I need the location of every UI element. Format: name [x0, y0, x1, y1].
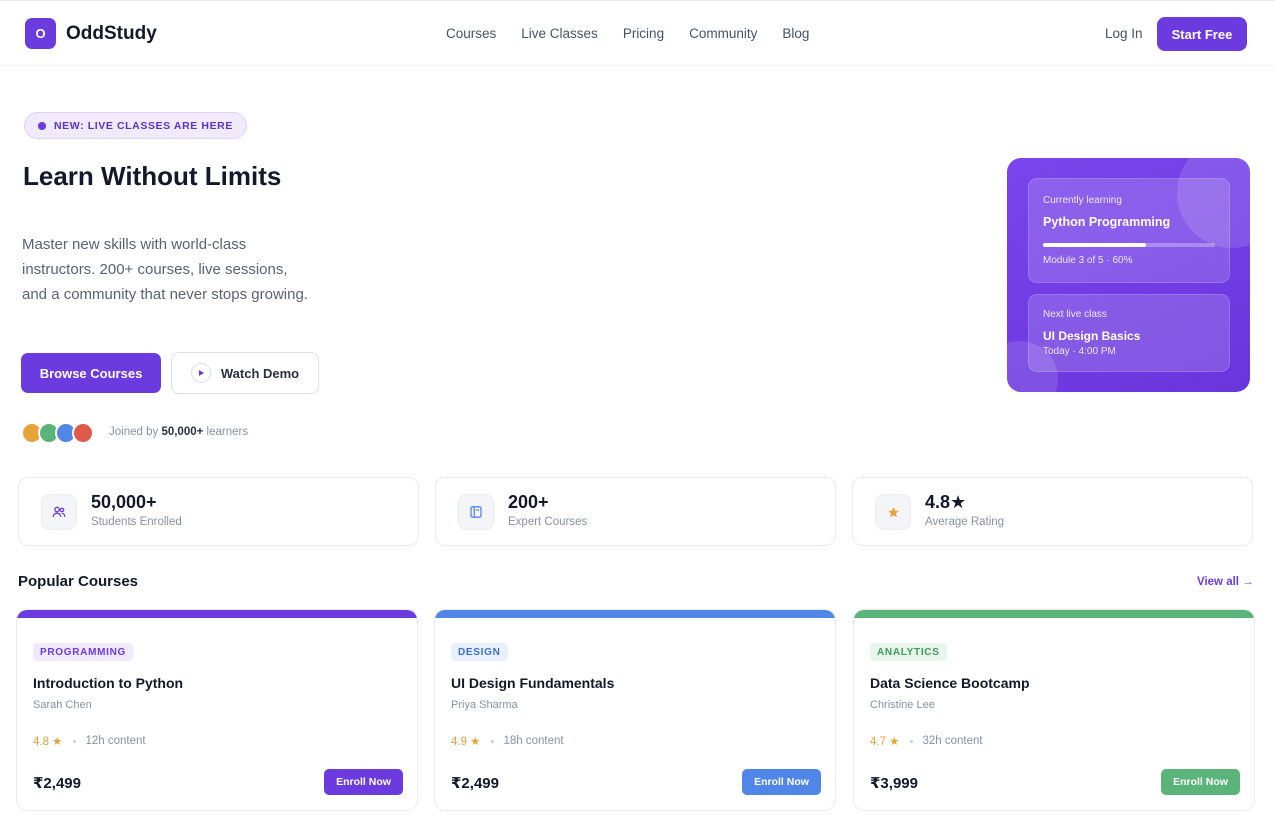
stat-students: 50,000+ Students Enrolled — [18, 477, 419, 546]
start-free-button[interactable]: Start Free — [1157, 17, 1247, 51]
enroll-button[interactable]: Enroll Now — [742, 769, 821, 795]
hero-subtitle: Master new skills with world-class instr… — [22, 236, 308, 303]
course-hours: 32h content — [922, 735, 983, 747]
watch-demo-button[interactable]: Watch Demo — [171, 352, 319, 394]
stat-value: 200+ — [508, 492, 549, 512]
course-hours: 12h content — [85, 735, 146, 747]
course-color-bar — [17, 610, 417, 618]
stat-value: 4.8★ — [925, 492, 967, 512]
logo-mark: O — [25, 18, 56, 49]
new-badge: NEW: LIVE CLASSES ARE HERE — [24, 112, 247, 139]
next-class-box[interactable]: Next live class UI Design Basics Today ·… — [1028, 294, 1230, 372]
top-nav-bar: O OddStudy Courses Live Classes Pricing … — [0, 0, 1275, 66]
book-icon — [458, 494, 494, 530]
progress-bar — [1043, 243, 1215, 247]
joined-count: 50,000+ — [161, 426, 204, 438]
course-price: ₹2,499 — [451, 775, 499, 792]
progress-text: Module 3 of 5 · 60% — [1043, 255, 1133, 266]
course-card-python[interactable]: PROGRAMMING Introduction to Python Sarah… — [16, 609, 418, 811]
course-rating: 4.9 ★ — [451, 736, 481, 748]
stat-courses: 200+ Expert Courses — [435, 477, 836, 546]
badge-dot-icon — [38, 121, 46, 130]
learner-avatars — [21, 422, 94, 444]
course-instructor: Sarah Chen — [33, 699, 92, 711]
main-nav: Courses Live Classes Pricing Community B… — [446, 26, 809, 41]
course-price: ₹3,999 — [870, 775, 918, 792]
logo-text: OddStudy — [66, 22, 157, 44]
course-meta: 4.8 ★ 12h content — [33, 734, 146, 748]
course-tag: DESIGN — [451, 643, 508, 661]
separator-dot — [909, 739, 913, 743]
stat-label: Students Enrolled — [91, 516, 182, 528]
login-link[interactable]: Log In — [1105, 26, 1143, 41]
joined-suffix: learners — [206, 426, 249, 438]
learning-progress-card: Currently learning Python Programming Mo… — [1007, 158, 1250, 392]
watch-demo-label: Watch Demo — [220, 365, 300, 381]
joined-prefix: Joined by — [109, 426, 159, 438]
next-class: UI Design Basics — [1043, 329, 1141, 343]
course-hours: 18h content — [503, 735, 564, 747]
course-title[interactable]: Data Science Bootcamp — [870, 675, 1030, 691]
next-time: Today · 4:00 PM — [1043, 346, 1116, 357]
section-title: Popular Courses — [18, 573, 139, 590]
stat-value: 50,000+ — [91, 492, 157, 512]
course-tag: PROGRAMMING — [33, 643, 134, 661]
course-instructor: Priya Sharma — [451, 699, 518, 711]
progress-fill — [1043, 243, 1147, 247]
enroll-button[interactable]: Enroll Now — [324, 769, 403, 795]
avatar — [72, 422, 94, 444]
hero-title: Learn Without Limits — [23, 161, 282, 191]
view-all-link[interactable]: View all → — [1197, 576, 1254, 588]
play-icon — [190, 363, 211, 383]
nav-pricing[interactable]: Pricing — [623, 26, 664, 41]
course-title[interactable]: Introduction to Python — [33, 675, 183, 691]
nav-community[interactable]: Community — [689, 26, 757, 41]
joined-text: Joined by 50,000+ learners — [109, 426, 248, 438]
current-course-box[interactable]: Currently learning Python Programming Mo… — [1028, 178, 1230, 283]
logo[interactable]: O OddStudy — [25, 18, 157, 49]
star-icon — [875, 494, 911, 530]
stat-label: Average Rating — [925, 516, 1005, 528]
course-title[interactable]: UI Design Fundamentals — [451, 675, 614, 691]
stat-label: Expert Courses — [508, 516, 588, 528]
course-card-data-science[interactable]: ANALYTICS Data Science Bootcamp Christin… — [853, 609, 1255, 811]
course-rating: 4.8 ★ — [33, 736, 63, 748]
nav-blog[interactable]: Blog — [782, 26, 809, 41]
current-course: Python Programming — [1043, 215, 1171, 229]
course-rating: 4.7 ★ — [870, 736, 900, 748]
course-color-bar — [435, 610, 835, 618]
course-color-bar — [854, 610, 1254, 618]
badge-text: NEW: LIVE CLASSES ARE HERE — [54, 119, 233, 132]
course-card-ui-design[interactable]: DESIGN UI Design Fundamentals Priya Shar… — [434, 609, 836, 811]
course-meta: 4.9 ★ 18h content — [451, 734, 564, 748]
nav-courses[interactable]: Courses — [446, 26, 496, 41]
separator-dot — [72, 739, 76, 743]
course-price: ₹2,499 — [33, 775, 81, 792]
course-meta: 4.7 ★ 32h content — [870, 734, 983, 748]
next-label: Next live class — [1043, 309, 1107, 320]
stat-rating: 4.8★ Average Rating — [852, 477, 1253, 546]
users-icon — [41, 494, 77, 530]
current-label: Currently learning — [1043, 195, 1122, 206]
separator-dot — [490, 739, 494, 743]
browse-courses-button[interactable]: Browse Courses — [21, 353, 161, 393]
enroll-button[interactable]: Enroll Now — [1161, 769, 1240, 795]
course-tag: ANALYTICS — [870, 643, 947, 661]
nav-live-classes[interactable]: Live Classes — [521, 26, 598, 41]
course-instructor: Christine Lee — [870, 699, 935, 711]
